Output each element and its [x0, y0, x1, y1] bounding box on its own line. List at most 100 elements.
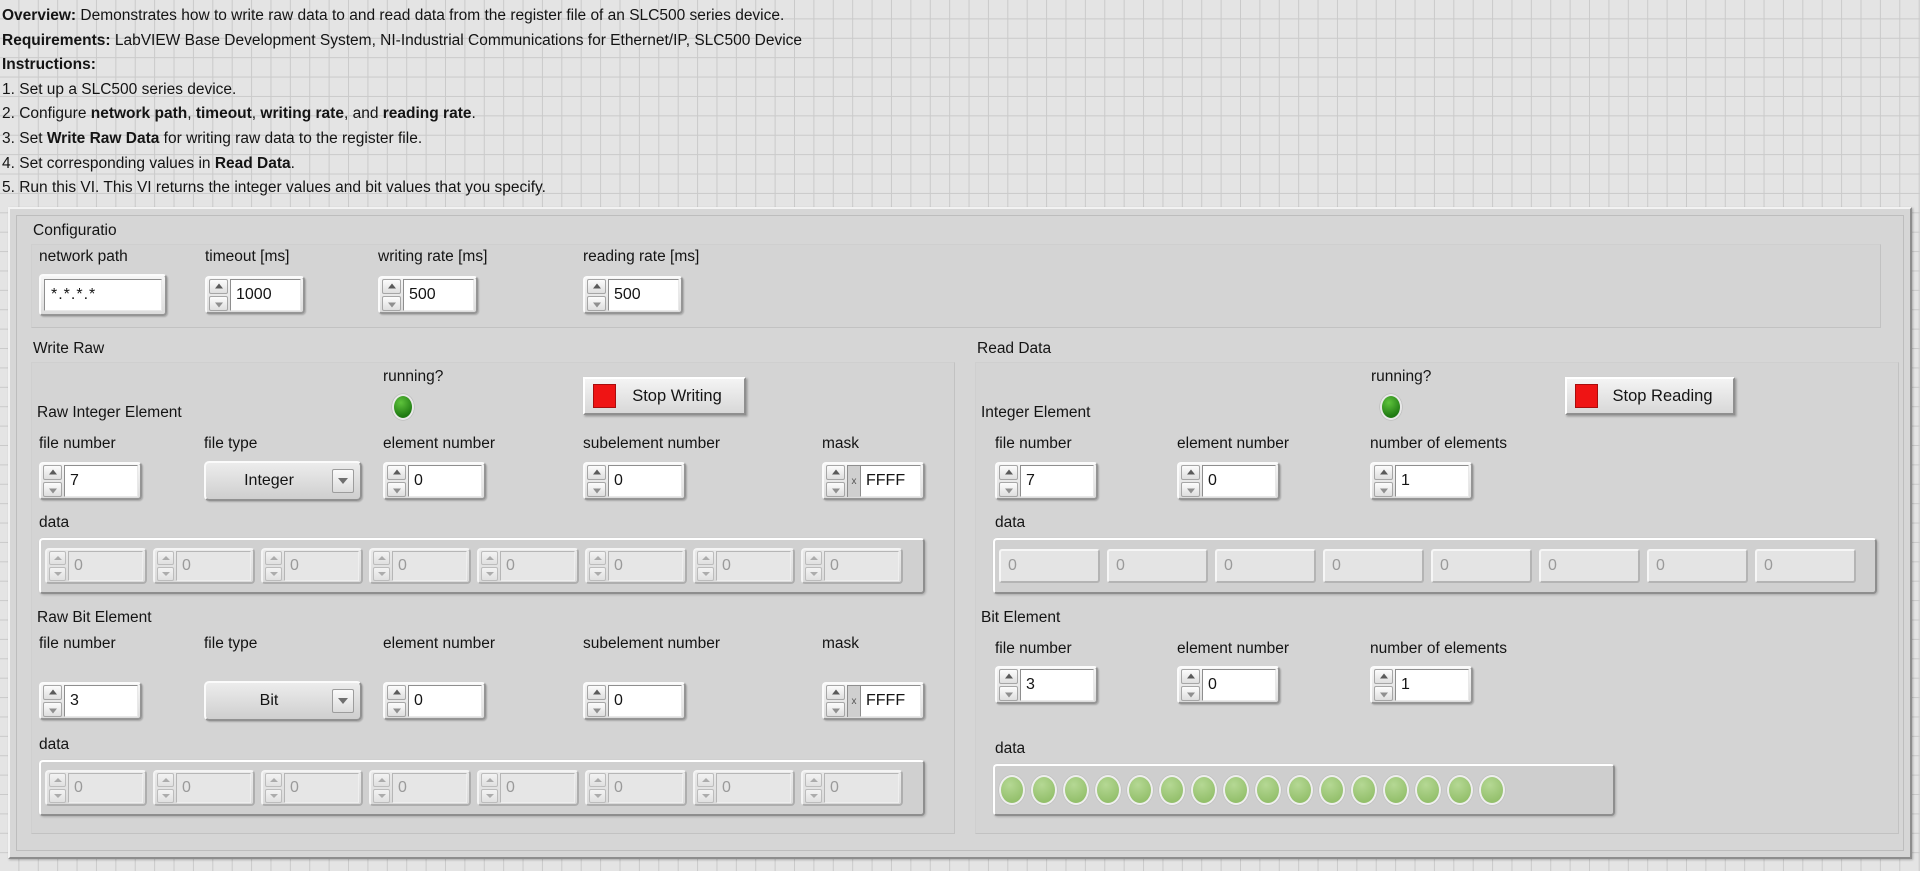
- wr-int-subelement-number-stepper[interactable]: 0: [583, 462, 686, 500]
- wr-bit-element-spin-down-icon[interactable]: [387, 702, 406, 717]
- wr-int-file-number-spin-down-icon[interactable]: [43, 482, 62, 497]
- rd-int-noe-spin-up-icon[interactable]: [1374, 465, 1393, 480]
- rd-int-file-number-spinner[interactable]: [999, 465, 1018, 497]
- wr-int-subelement-number-value[interactable]: 0: [608, 465, 682, 497]
- wr-bit-file-number-stepper[interactable]: 3: [39, 682, 142, 720]
- wr-int-element-number-stepper[interactable]: 0: [383, 462, 486, 500]
- wr-bit-element-number-stepper[interactable]: 0: [383, 682, 486, 720]
- wr-bit-file-type-select[interactable]: Bit: [204, 681, 362, 721]
- wr-bit-file-type-value[interactable]: Bit: [206, 692, 332, 710]
- wr-int-mask-value[interactable]: FFFF: [860, 465, 921, 497]
- rd-int-number-of-elements-value[interactable]: 1: [1395, 465, 1469, 497]
- rd-bit-element-number-value[interactable]: 0: [1202, 669, 1276, 701]
- timeout-spin-down-icon[interactable]: [209, 296, 228, 311]
- wr-int-subelement-spin-up-icon[interactable]: [587, 465, 606, 480]
- wr-bit-mask-spinner[interactable]: [826, 685, 845, 717]
- writing-rate-spin-down-icon[interactable]: [382, 296, 401, 311]
- wr-int-file-number-spin-up-icon[interactable]: [43, 465, 62, 480]
- writing-rate-spinner[interactable]: [382, 279, 401, 311]
- wr-int-mask-radix-icon[interactable]: x: [847, 465, 860, 497]
- wr-bit-mask-spin-down-icon[interactable]: [826, 702, 845, 717]
- rd-bit-element-spin-down-icon[interactable]: [1181, 686, 1200, 701]
- timeout-value[interactable]: 1000: [230, 279, 301, 311]
- timeout-spinner[interactable]: [209, 279, 228, 311]
- rd-int-number-of-elements-stepper[interactable]: 1: [1370, 462, 1473, 500]
- rd-bit-noe-spin-down-icon[interactable]: [1374, 686, 1393, 701]
- reading-rate-spinner[interactable]: [587, 279, 606, 311]
- rd-bit-element-number-stepper[interactable]: 0: [1177, 666, 1280, 704]
- rd-bit-element-spin-up-icon[interactable]: [1181, 669, 1200, 684]
- wr-bit-subelement-spinner[interactable]: [587, 685, 606, 717]
- wr-int-mask-stepper[interactable]: x FFFF: [822, 462, 925, 500]
- wr-int-file-number-value[interactable]: 7: [64, 465, 138, 497]
- wr-int-file-type-value[interactable]: Integer: [206, 472, 332, 490]
- wr-bit-subelement-spin-down-icon[interactable]: [587, 702, 606, 717]
- rd-bit-file-number-value[interactable]: 3: [1020, 669, 1094, 701]
- wr-int-file-number-spinner[interactable]: [43, 465, 62, 497]
- wr-int-mask-spinner[interactable]: [826, 465, 845, 497]
- timeout-spin-up-icon[interactable]: [209, 279, 228, 294]
- writing-rate-spin-up-icon[interactable]: [382, 279, 401, 294]
- rd-bit-element-spinner[interactable]: [1181, 669, 1200, 701]
- wr-bit-mask-value[interactable]: FFFF: [860, 685, 921, 717]
- wr-bit-file-number-value[interactable]: 3: [64, 685, 138, 717]
- network-path-value[interactable]: *.*.*.*: [44, 279, 162, 311]
- reading-rate-spin-down-icon[interactable]: [587, 296, 606, 311]
- rd-bit-number-of-elements-stepper[interactable]: 1: [1370, 666, 1473, 704]
- wr-int-mask-spin-up-icon[interactable]: [826, 465, 845, 480]
- rd-int-file-number-spin-down-icon[interactable]: [999, 482, 1018, 497]
- rd-bit-noe-spinner[interactable]: [1374, 669, 1393, 701]
- rd-bit-number-of-elements-value[interactable]: 1: [1395, 669, 1469, 701]
- rd-int-element-spin-down-icon[interactable]: [1181, 482, 1200, 497]
- rd-bit-file-number-spin-up-icon[interactable]: [999, 669, 1018, 684]
- wr-bit-mask-radix-icon[interactable]: x: [847, 685, 860, 717]
- wr-bit-element-number-spinner[interactable]: [387, 685, 406, 717]
- wr-int-data-cell-5: 0: [585, 548, 687, 584]
- wr-bit-subelement-number-value[interactable]: 0: [608, 685, 682, 717]
- rd-bit-file-number-stepper[interactable]: 3: [995, 666, 1098, 704]
- wr-bit-file-number-spin-up-icon[interactable]: [43, 685, 62, 700]
- wr-bit-subelement-number-stepper[interactable]: 0: [583, 682, 686, 720]
- wr-int-element-number-spin-up-icon[interactable]: [387, 465, 406, 480]
- reading-rate-value[interactable]: 500: [608, 279, 679, 311]
- rd-int-noe-spinner[interactable]: [1374, 465, 1393, 497]
- rd-int-element-number-stepper[interactable]: 0: [1177, 462, 1280, 500]
- wr-bit-file-number-spinner[interactable]: [43, 685, 62, 717]
- timeout-stepper[interactable]: 1000: [205, 276, 305, 314]
- wr-int-subelement-number-spinner[interactable]: [587, 465, 606, 497]
- writing-rate-value[interactable]: 500: [403, 279, 474, 311]
- wr-bit-mask-stepper[interactable]: x FFFF: [822, 682, 925, 720]
- chevron-down-icon[interactable]: [332, 469, 354, 493]
- network-path-input[interactable]: *.*.*.*: [39, 274, 167, 316]
- wr-bit-element-spin-up-icon[interactable]: [387, 685, 406, 700]
- wr-int-file-number-stepper[interactable]: 7: [39, 462, 142, 500]
- rd-int-file-number-value[interactable]: 7: [1020, 465, 1094, 497]
- stop-writing-button[interactable]: Stop Writing: [583, 377, 746, 415]
- chevron-down-icon[interactable]: [332, 689, 354, 713]
- rd-bit-file-number-spin-down-icon[interactable]: [999, 686, 1018, 701]
- writing-rate-stepper[interactable]: 500: [378, 276, 478, 314]
- reading-rate-stepper[interactable]: 500: [583, 276, 683, 314]
- wr-int-element-number-spin-down-icon[interactable]: [387, 482, 406, 497]
- reading-rate-label: reading rate [ms]: [583, 248, 700, 265]
- reading-rate-spin-up-icon[interactable]: [587, 279, 606, 294]
- wr-bit-file-number-spin-down-icon[interactable]: [43, 702, 62, 717]
- rd-int-file-number-spin-up-icon[interactable]: [999, 465, 1018, 480]
- rd-int-element-number-value[interactable]: 0: [1202, 465, 1276, 497]
- rd-int-element-spin-up-icon[interactable]: [1181, 465, 1200, 480]
- wr-int-subelement-spin-down-icon[interactable]: [587, 482, 606, 497]
- wr-bit-element-number-value[interactable]: 0: [408, 685, 482, 717]
- wr-int-mask-spin-down-icon[interactable]: [826, 482, 845, 497]
- rd-int-file-number-stepper[interactable]: 7: [995, 462, 1098, 500]
- wr-int-element-number-value[interactable]: 0: [408, 465, 482, 497]
- rd-bit-noe-spin-up-icon[interactable]: [1374, 669, 1393, 684]
- wr-int-file-type-select[interactable]: Integer: [204, 461, 362, 501]
- wr-bit-mask-spin-up-icon[interactable]: [826, 685, 845, 700]
- stop-reading-button[interactable]: Stop Reading: [1565, 377, 1735, 415]
- rd-int-noe-spin-down-icon[interactable]: [1374, 482, 1393, 497]
- rd-int-element-number-spinner[interactable]: [1181, 465, 1200, 497]
- wr-int-element-number-spinner[interactable]: [387, 465, 406, 497]
- rd-int-data-cells: 00000000: [995, 540, 1875, 592]
- rd-bit-file-number-spinner[interactable]: [999, 669, 1018, 701]
- wr-bit-subelement-spin-up-icon[interactable]: [587, 685, 606, 700]
